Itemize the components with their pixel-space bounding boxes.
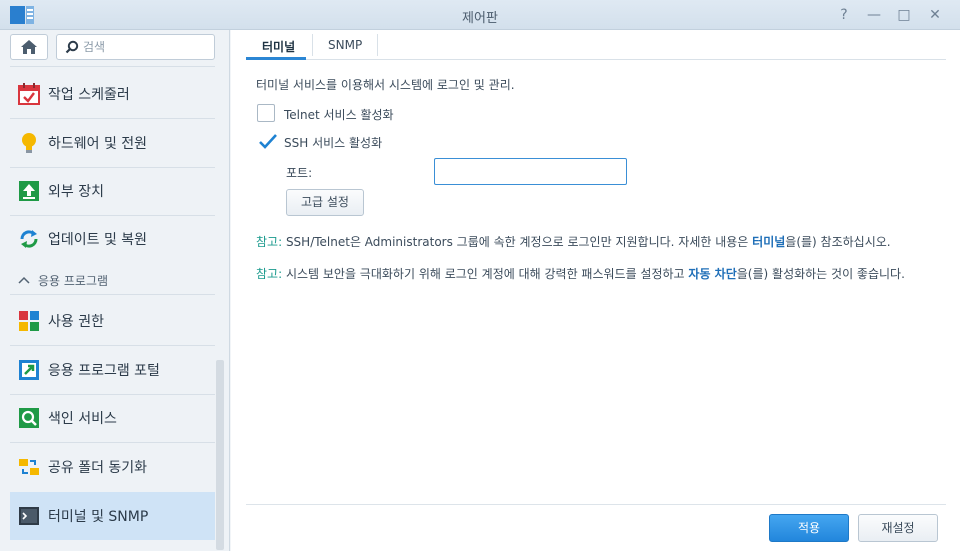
sidebar-item-label: 작업 스케줄러 [48, 87, 130, 103]
search-box[interactable] [56, 34, 215, 60]
auto-block-link[interactable]: 자동 차단 [688, 267, 736, 281]
sidebar-item-label: 공유 폴더 동기화 [48, 460, 148, 476]
sidebar-item-app-portal[interactable]: 응용 프로그램 포털 [10, 347, 215, 393]
sidebar: 작업 스케줄러 하드웨어 및 전원 외부 장치 업데이트 및 복원 응용 프로그… [0, 30, 230, 551]
active-tab-indicator [246, 57, 306, 60]
section-applications[interactable]: 응용 프로그램 [18, 272, 108, 289]
home-icon [21, 40, 37, 54]
section-description: 터미널 서비스를 이용해서 시스템에 로그인 및 관리. [256, 78, 515, 92]
ssh-checkbox[interactable] [257, 132, 277, 150]
help-icon[interactable]: ? [834, 5, 854, 25]
app-grid-icon [18, 310, 40, 332]
terminal-link[interactable]: 터미널 [752, 235, 785, 249]
tab-terminal[interactable]: 터미널 [262, 38, 295, 55]
sidebar-item-label: 응용 프로그램 포털 [48, 363, 160, 379]
note-text: SSH/Telnet은 Administrators 그룹에 속한 계정으로 로… [282, 235, 753, 249]
window-title: 제어판 [462, 11, 498, 26]
sidebar-divider [10, 118, 215, 119]
title-bar: 제어판 ? — □ ✕ [0, 0, 960, 30]
sidebar-item-terminal-snmp[interactable]: 터미널 및 SNMP [10, 492, 215, 540]
maximize-icon[interactable]: □ [894, 5, 914, 25]
advanced-settings-button[interactable]: 고급 설정 [286, 189, 364, 216]
sidebar-item-label: 터미널 및 SNMP [48, 509, 149, 525]
close-icon[interactable]: ✕ [925, 5, 945, 25]
note-tag: 참고: [256, 235, 283, 249]
sidebar-scrollbar[interactable] [216, 360, 224, 550]
sidebar-item-label: 색인 서비스 [48, 411, 117, 427]
sidebar-item-label: 사용 권한 [48, 314, 104, 330]
magnifier-icon [18, 407, 40, 429]
checkmark-icon [259, 134, 277, 149]
reset-button[interactable]: 재설정 [858, 514, 938, 542]
upload-device-icon [18, 180, 40, 202]
home-button[interactable] [10, 34, 48, 60]
sidebar-divider [10, 442, 215, 443]
sidebar-item-shared-folder-sync[interactable]: 공유 폴더 동기화 [10, 444, 215, 490]
note-text: 시스템 보안을 극대화하기 위해 로그인 계정에 대해 강력한 패스워드를 설정… [282, 267, 689, 281]
sidebar-item-indexing-service[interactable]: 색인 서비스 [10, 395, 215, 441]
lightbulb-icon [18, 132, 40, 154]
note-ssh-telnet: 참고: SSH/Telnet은 Administrators 그룹에 속한 계정… [256, 232, 936, 252]
search-input[interactable] [83, 39, 208, 55]
search-icon [65, 40, 79, 57]
chevron-up-icon [18, 274, 30, 287]
port-input[interactable] [434, 158, 627, 185]
sidebar-divider [10, 345, 215, 346]
telnet-checkbox[interactable] [257, 104, 275, 122]
tab-separator [312, 34, 313, 56]
folder-sync-icon [18, 456, 40, 478]
sidebar-item-label: 업데이트 및 복원 [48, 232, 148, 248]
note-text: 을(를) 활성화하는 것이 좋습니다. [736, 267, 905, 281]
sidebar-item-label: 하드웨어 및 전원 [48, 136, 148, 152]
note-text: 을(를) 참조하십시오. [785, 235, 891, 249]
calendar-check-icon [18, 83, 40, 105]
refresh-icon [18, 228, 40, 250]
note-tag: 참고: [256, 267, 283, 281]
sidebar-item-update-restore[interactable]: 업데이트 및 복원 [10, 216, 215, 262]
sidebar-item-label: 외부 장치 [48, 184, 104, 200]
portal-arrow-icon [18, 359, 40, 381]
sidebar-divider [10, 66, 215, 67]
minimize-icon[interactable]: — [864, 5, 884, 25]
main-panel: 터미널 SNMP 터미널 서비스를 이용해서 시스템에 로그인 및 관리. Te… [231, 30, 960, 551]
section-label: 응용 프로그램 [38, 274, 109, 288]
footer-divider [246, 504, 946, 505]
port-label: 포트: [286, 166, 313, 180]
apply-button[interactable]: 적용 [769, 514, 849, 542]
sidebar-item-hardware-power[interactable]: 하드웨어 및 전원 [10, 120, 215, 166]
sidebar-item-privileges[interactable]: 사용 권한 [10, 298, 215, 344]
sidebar-divider [10, 294, 215, 295]
tab-snmp[interactable]: SNMP [328, 38, 362, 52]
telnet-label: Telnet 서비스 활성화 [284, 108, 394, 122]
tab-separator [377, 34, 378, 56]
note-security: 참고: 시스템 보안을 극대화하기 위해 로그인 계정에 대해 강력한 패스워드… [256, 264, 936, 284]
terminal-icon [18, 505, 40, 527]
sidebar-item-external-devices[interactable]: 외부 장치 [10, 168, 215, 214]
sidebar-item-task-scheduler[interactable]: 작업 스케줄러 [10, 71, 215, 117]
ssh-label: SSH 서비스 활성화 [284, 136, 383, 150]
